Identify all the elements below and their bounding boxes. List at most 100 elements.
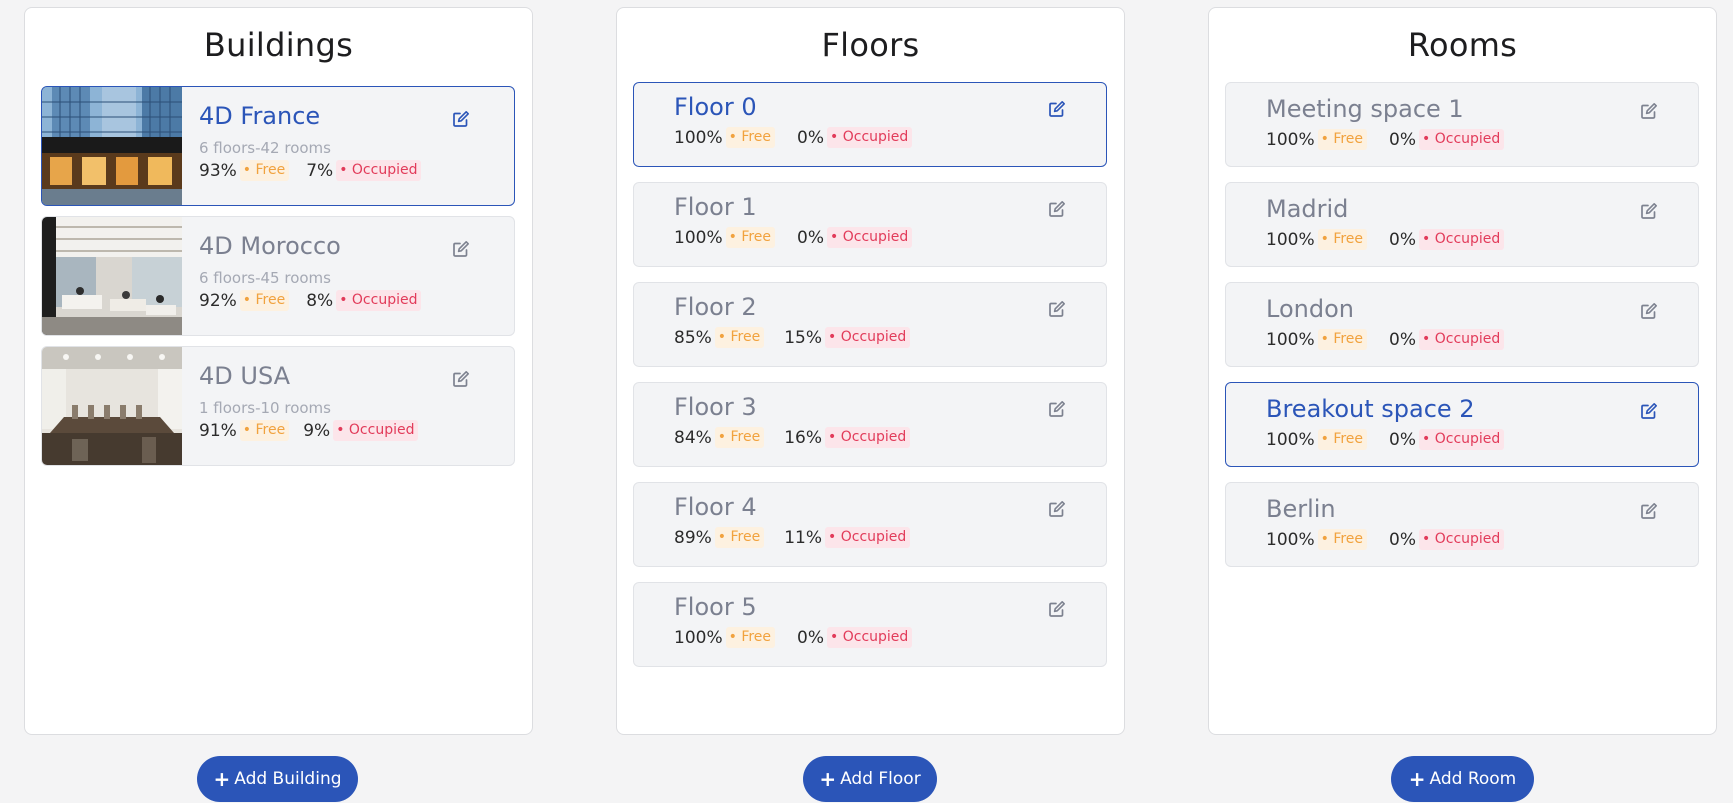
edit-icon[interactable] — [1048, 300, 1066, 318]
floor-card-3[interactable]: Floor 3 84% • Free 16% • Occupied — [633, 382, 1107, 467]
building-card-4d-usa[interactable]: 4D USA 1 floors-10 rooms 91% • Free 9% •… — [41, 346, 515, 466]
room-card-london[interactable]: London 100% • Free 0% • Occupied — [1225, 282, 1699, 367]
occupied-badge: • Occupied — [827, 227, 913, 248]
free-badge: • Free — [239, 290, 290, 311]
edit-icon[interactable] — [1048, 500, 1066, 518]
room-card-meeting-space-1[interactable]: Meeting space 1 100% • Free 0% • Occupie… — [1225, 82, 1699, 167]
add-floor-button[interactable]: + Add Floor — [803, 756, 937, 802]
edit-icon[interactable] — [1640, 102, 1658, 120]
edit-icon[interactable] — [1048, 400, 1066, 418]
floor-name: Floor 3 — [674, 393, 757, 421]
free-badge: • Free — [1317, 529, 1368, 550]
edit-icon[interactable] — [1640, 402, 1658, 420]
building-summary: 6 floors-45 rooms — [199, 269, 331, 287]
occupied-percent: 0% — [1389, 329, 1417, 350]
free-percent: 85% — [674, 327, 712, 348]
floors-title: Floors — [821, 26, 920, 64]
room-name: Berlin — [1266, 495, 1336, 523]
edit-icon[interactable] — [452, 240, 470, 258]
plus-icon: + — [213, 767, 231, 791]
occupied-badge: • Occupied — [827, 127, 913, 148]
free-badge: • Free — [1317, 129, 1368, 150]
occupied-badge: • Occupied — [1419, 229, 1505, 250]
building-summary: 6 floors-42 rooms — [199, 139, 331, 157]
building-card-4d-morocco[interactable]: 4D Morocco 6 floors-45 rooms 92% • Free … — [41, 216, 515, 336]
edit-icon[interactable] — [1048, 100, 1066, 118]
free-badge: • Free — [714, 327, 765, 348]
floor-name: Floor 4 — [674, 493, 757, 521]
occupied-percent: 11% — [784, 527, 823, 548]
room-stats: 100% • Free 0% • Occupied — [1266, 429, 1505, 450]
free-percent: 91% — [199, 420, 237, 441]
room-name: London — [1266, 295, 1354, 323]
occupied-percent: 0% — [797, 227, 825, 248]
free-percent: 93% — [199, 160, 237, 181]
add-building-button[interactable]: + Add Building — [197, 756, 358, 802]
floor-stats: 89% • Free 11% • Occupied — [674, 527, 911, 548]
building-stats: 93% • Free 7% • Occupied — [199, 160, 422, 181]
floor-card-5[interactable]: Floor 5 100% • Free 0% • Occupied — [633, 582, 1107, 667]
room-name: Madrid — [1266, 195, 1349, 223]
plus-icon: + — [819, 767, 837, 791]
occupied-badge: • Occupied — [336, 160, 422, 181]
occupied-percent: 0% — [1389, 229, 1417, 250]
floor-card-1[interactable]: Floor 1 100% • Free 0% • Occupied — [633, 182, 1107, 267]
edit-icon[interactable] — [452, 370, 470, 388]
floor-card-0[interactable]: Floor 0 100% • Free 0% • Occupied — [633, 82, 1107, 167]
floor-stats: 84% • Free 16% • Occupied — [674, 427, 911, 448]
free-badge: • Free — [714, 527, 765, 548]
floors-panel: Floors Floor 0 100% • Free 0% • Occupied… — [616, 7, 1125, 735]
free-badge: • Free — [239, 420, 290, 441]
building-summary: 1 floors-10 rooms — [199, 399, 331, 417]
floor-stats: 100% • Free 0% • Occupied — [674, 127, 913, 148]
free-badge: • Free — [725, 627, 776, 648]
add-floor-label: Add Floor — [840, 769, 921, 789]
free-percent: 100% — [674, 627, 723, 648]
floor-card-4[interactable]: Floor 4 89% • Free 11% • Occupied — [633, 482, 1107, 567]
buildings-panel: Buildings 4D France 6 floors-42 rooms 93… — [24, 7, 533, 735]
occupied-percent: 0% — [1389, 429, 1417, 450]
edit-icon[interactable] — [1048, 200, 1066, 218]
occupied-percent: 0% — [1389, 529, 1417, 550]
occupied-percent: 9% — [303, 420, 331, 441]
edit-icon[interactable] — [1640, 202, 1658, 220]
room-stats: 100% • Free 0% • Occupied — [1266, 129, 1505, 150]
building-card-4d-france[interactable]: 4D France 6 floors-42 rooms 93% • Free 7… — [41, 86, 515, 206]
free-percent: 92% — [199, 290, 237, 311]
occupied-badge: • Occupied — [336, 290, 422, 311]
occupied-badge: • Occupied — [1419, 329, 1505, 350]
floor-stats: 100% • Free 0% • Occupied — [674, 627, 913, 648]
edit-icon[interactable] — [1640, 502, 1658, 520]
floor-card-2[interactable]: Floor 2 85% • Free 15% • Occupied — [633, 282, 1107, 367]
occupied-badge: • Occupied — [333, 420, 419, 441]
floor-name: Floor 5 — [674, 593, 757, 621]
occupied-badge: • Occupied — [1419, 129, 1505, 150]
rooms-title: Rooms — [1407, 26, 1518, 64]
free-percent: 100% — [674, 227, 723, 248]
occupied-percent: 15% — [784, 327, 823, 348]
add-room-button[interactable]: + Add Room — [1391, 756, 1534, 802]
occupied-badge: • Occupied — [827, 627, 913, 648]
room-stats: 100% • Free 0% • Occupied — [1266, 529, 1505, 550]
add-room-label: Add Room — [1429, 769, 1517, 789]
edit-icon[interactable] — [1048, 600, 1066, 618]
free-badge: • Free — [714, 427, 765, 448]
free-badge: • Free — [1317, 329, 1368, 350]
free-badge: • Free — [1317, 429, 1368, 450]
occupied-percent: 0% — [1389, 129, 1417, 150]
occupied-badge: • Occupied — [1419, 429, 1505, 450]
free-percent: 100% — [1266, 429, 1315, 450]
edit-icon[interactable] — [1640, 302, 1658, 320]
room-card-madrid[interactable]: Madrid 100% • Free 0% • Occupied — [1225, 182, 1699, 267]
occupied-badge: • Occupied — [825, 427, 911, 448]
floor-name: Floor 1 — [674, 193, 757, 221]
occupied-percent: 0% — [797, 127, 825, 148]
rooms-panel: Rooms Meeting space 1 100% • Free 0% • O… — [1208, 7, 1717, 735]
free-percent: 100% — [1266, 529, 1315, 550]
edit-icon[interactable] — [452, 110, 470, 128]
room-name: Meeting space 1 — [1266, 95, 1464, 123]
room-card-berlin[interactable]: Berlin 100% • Free 0% • Occupied — [1225, 482, 1699, 567]
room-card-breakout-space-2[interactable]: Breakout space 2 100% • Free 0% • Occupi… — [1225, 382, 1699, 467]
free-percent: 100% — [1266, 329, 1315, 350]
occupied-percent: 7% — [306, 160, 334, 181]
